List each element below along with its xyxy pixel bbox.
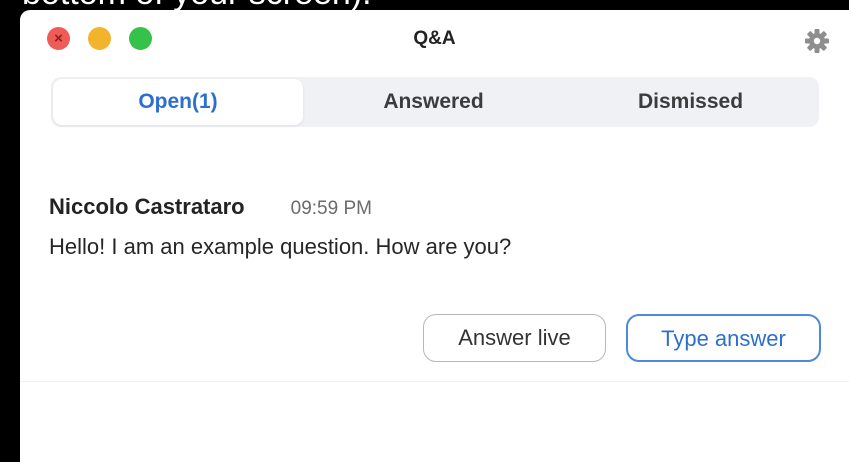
background-caption-strip: bottom of your screen). (0, 0, 849, 10)
question-item: Niccolo Castrataro 09:59 PM Hello! I am … (49, 194, 819, 260)
background-caption-text: bottom of your screen). (22, 0, 372, 10)
type-answer-button[interactable]: Type answer (626, 314, 821, 362)
window-title: Q&A (413, 28, 456, 49)
question-author: Niccolo Castrataro (49, 194, 245, 219)
question-divider (20, 381, 849, 382)
tab-answered[interactable]: Answered (305, 77, 562, 127)
qa-window: × Q&A Open(1) Answered Dismissed Niccolo… (20, 10, 849, 462)
question-time: 09:59 PM (290, 198, 372, 219)
question-header: Niccolo Castrataro 09:59 PM (49, 194, 819, 220)
settings-button[interactable] (803, 27, 831, 55)
qa-tabs: Open(1) Answered Dismissed (51, 77, 819, 127)
tab-dismissed[interactable]: Dismissed (562, 77, 819, 127)
tab-open[interactable]: Open(1) (53, 79, 303, 125)
gear-icon (805, 29, 829, 53)
answer-live-button[interactable]: Answer live (423, 314, 606, 362)
question-text: Hello! I am an example question. How are… (49, 234, 512, 259)
